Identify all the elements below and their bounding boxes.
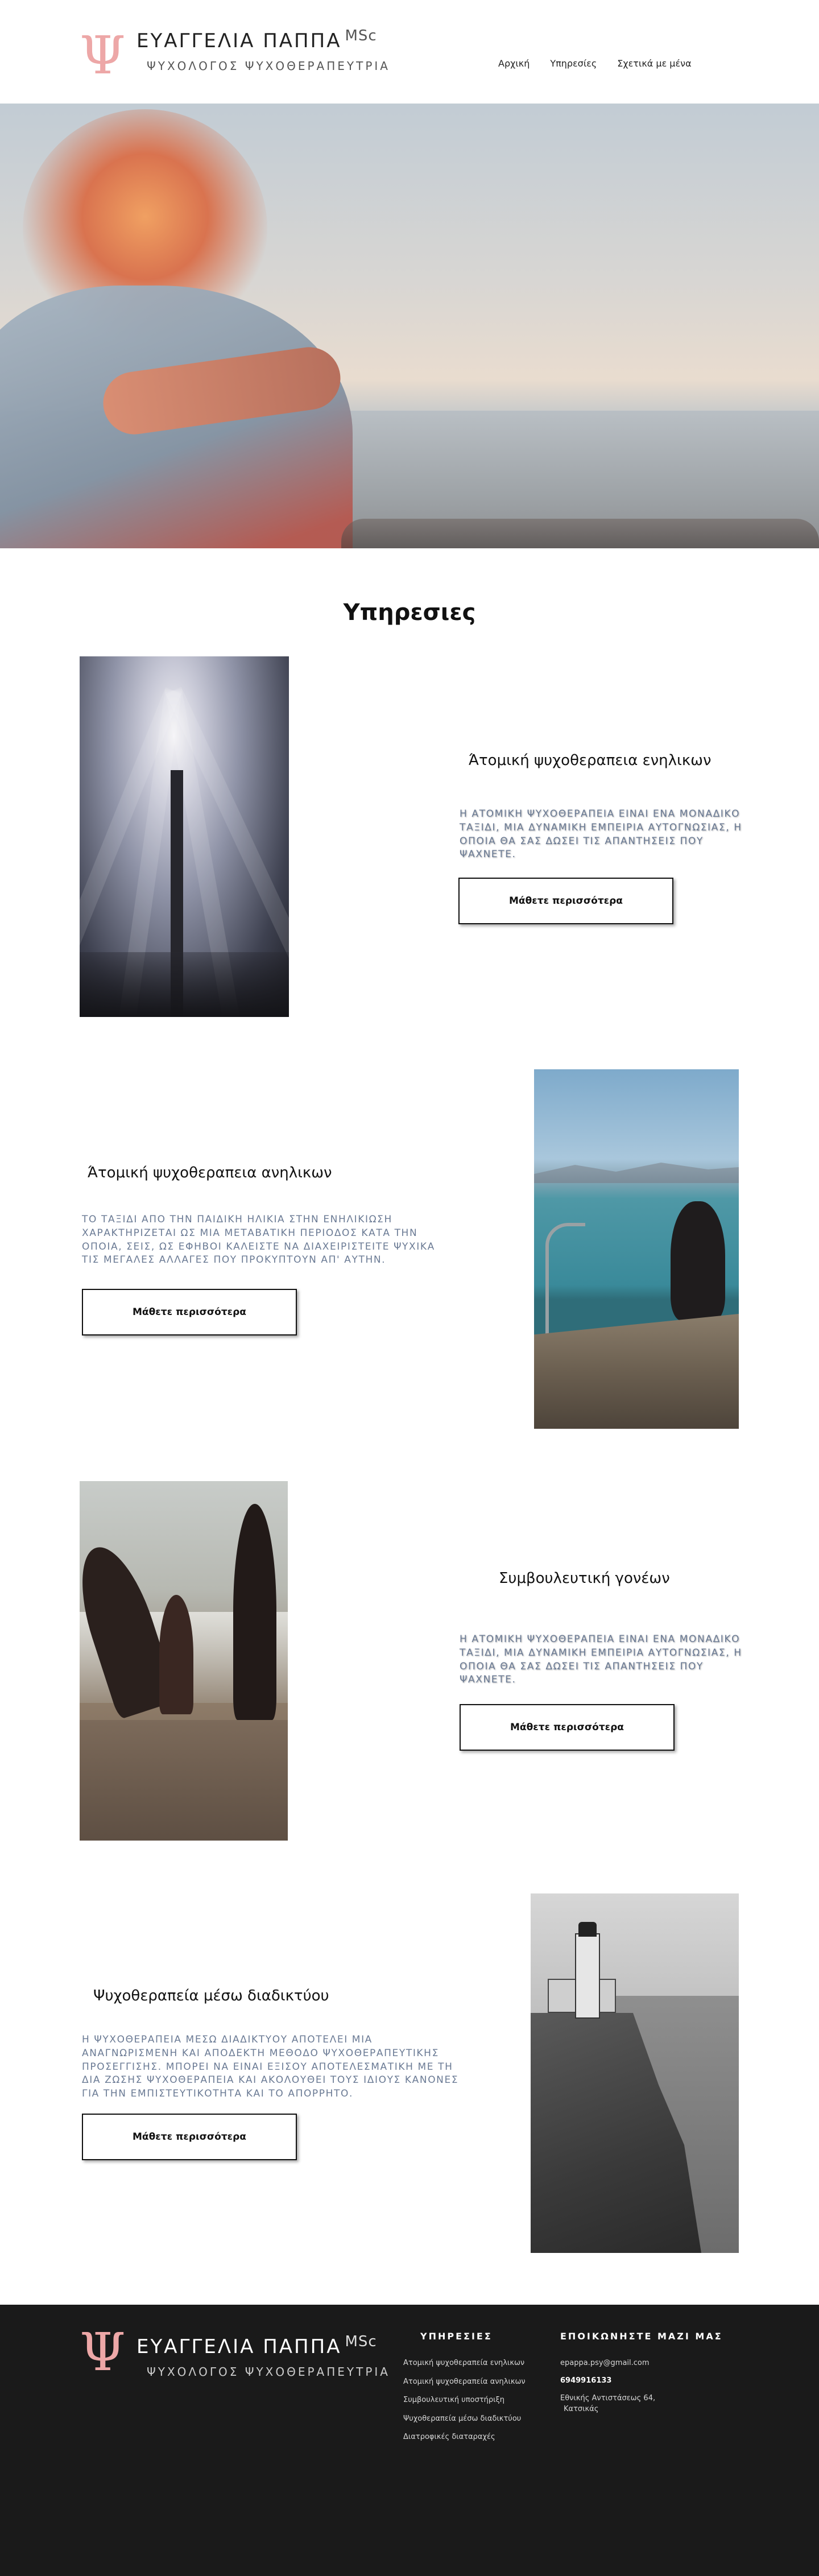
- footer-brand-degree: MSc: [345, 2333, 377, 2350]
- service-3-more-button[interactable]: Μάθετε περισσότερα: [460, 1704, 675, 1751]
- footer-link-adult-therapy[interactable]: Ατομική ψυχοθεραπεία ενηλικων: [403, 2359, 526, 2368]
- hero-image: [0, 104, 819, 548]
- footer-services-title: ΥΠΗΡΕΣΙΕΣ: [420, 2331, 493, 2342]
- service-1-title: Άτομική ψυχοθεραπεια ενηλικων: [469, 752, 712, 769]
- service-4-text: Η ΨΥΧΟΘΕΡΑΠΕΙΑ ΜΕΣΩ ΔΙΑΔΙΚΤΥΟΥ ΑΠΟΤΕΛΕΙ …: [82, 2034, 459, 2100]
- services-title: Υπηρεσιες: [343, 599, 476, 626]
- brand-name[interactable]: ΕΥΑΓΓΕΛΙΑ ΠΑΠΠΑ MSc: [136, 27, 377, 52]
- service-2-title: Άτομική ψυχοθεραπεια ανηλικων: [88, 1164, 332, 1181]
- psi-logo-icon[interactable]: Ψ: [80, 30, 126, 82]
- footer-brand-name: ΕΥΑΓΓΕΛΙΑ ΠΑΠΠΑ MSc: [136, 2333, 377, 2358]
- service-1-text: Η ΑΤΟΜΙΚΗ ΨΥΧΟΘΕΡΑΠΕΙΑ ΕΙΝΑΙ ΕΝΑ ΜΟΝΑΔΙΚ…: [460, 808, 742, 861]
- brand-subtitle: ΨΥΧΟΛΟΓΟΣ ΨΥΧΟΘΕΡΑΠΕΥΤΡΙΑ: [147, 59, 390, 73]
- footer-psi-logo-icon[interactable]: Ψ: [80, 2326, 126, 2379]
- main-nav: Αρχική Υπηρεσίες Σχετικά με μένα: [498, 58, 692, 69]
- footer-phone[interactable]: 6949916133: [560, 2376, 655, 2385]
- service-2-photo: [534, 1069, 739, 1429]
- footer-link-minor-therapy[interactable]: Ατομική ψυχοθεραπεία ανηλικων: [403, 2377, 526, 2387]
- service-4-more-button[interactable]: Μάθετε περισσότερα: [82, 2114, 297, 2160]
- lighthouse-tower: [575, 1933, 600, 2019]
- beach-sand: [80, 1720, 288, 1841]
- child-figure: [159, 1595, 193, 1714]
- footer-address-line1: Εθνικής Αντιστάσεως 64,: [560, 2394, 656, 2403]
- service-1-more-button[interactable]: Μάθετε περισσότερα: [458, 878, 673, 924]
- footer-link-online-therapy[interactable]: Ψυχοθεραπεία μέσω διαδικτύου: [403, 2414, 526, 2424]
- footer-link-eating-disorders[interactable]: Διατροφικές διαταραχές: [403, 2433, 526, 2442]
- pier-ladder: [545, 1223, 585, 1337]
- sitting-woman: [671, 1201, 725, 1321]
- footer-brand-subtitle: ΨΥΧΟΛΟΓΟΣ ΨΥΧΟΘΕΡΑΠΕΥΤΡΙΑ: [147, 2365, 390, 2379]
- brand-name-text: ΕΥΑΓΓΕΛΙΑ ΠΑΠΠΑ: [136, 30, 342, 52]
- nav-item-home[interactable]: Αρχική: [498, 58, 530, 69]
- footer-contact-title: ΕΠΟΙΚΩΝΗΣΤΕ ΜΑΖΙ ΜΑΣ: [560, 2331, 723, 2342]
- brand-degree: MSc: [345, 27, 377, 44]
- lighthouse-lamp: [578, 1922, 597, 1937]
- hero-rocks: [341, 519, 819, 548]
- footer-brand-name-text: ΕΥΑΓΓΕΛΙΑ ΠΑΠΠΑ: [136, 2335, 342, 2358]
- footer-services-links: Ατομική ψυχοθεραπεία ενηλικων Ατομική ψυ…: [403, 2359, 526, 2442]
- footer-contact: epappa.psy@gmail.com 6949916133 Εθνικής …: [560, 2359, 655, 2422]
- forest-ground: [80, 952, 289, 1017]
- service-3-photo: [80, 1481, 288, 1841]
- service-4-title: Ψυχοθεραπεία μέσω διαδικτύου: [93, 1987, 329, 2004]
- footer-email[interactable]: epappa.psy@gmail.com: [560, 2359, 655, 2367]
- service-4-photo: [531, 1893, 739, 2253]
- site-footer: Ψ ΕΥΑΓΓΕΛΙΑ ΠΑΠΠΑ MSc ΨΥΧΟΛΟΓΟΣ ΨΥΧΟΘΕΡΑΠ…: [0, 2305, 819, 2576]
- service-3-text: Η ΑΤΟΜΙΚΗ ΨΥΧΟΘΕΡΑΠΕΙΑ ΕΙΝΑΙ ΕΝΑ ΜΟΝΑΔΙΚ…: [460, 1634, 742, 1686]
- service-3-title: Συμβουλευτική γονέων: [499, 1570, 670, 1587]
- nav-item-services[interactable]: Υπηρεσίες: [550, 58, 597, 69]
- footer-address-line2: Κατσικάς: [564, 2405, 599, 2413]
- footer-link-counseling[interactable]: Συμβουλευτική υποστήριξη: [403, 2396, 526, 2405]
- nav-item-about[interactable]: Σχετικά με μένα: [617, 58, 691, 69]
- lake-mountains: [534, 1163, 739, 1183]
- service-1-photo: [80, 656, 289, 1017]
- service-2-more-button[interactable]: Μάθετε περισσότερα: [82, 1289, 297, 1335]
- parent-figure: [233, 1504, 276, 1720]
- service-2-text: ΤΟ ΤΑΞΙΔΙ ΑΠΟ ΤΗΝ ΠΑΙΔΙΚΗ ΗΛΙΚΙΑ ΣΤΗΝ ΕΝ…: [82, 1214, 435, 1266]
- site-header: Ψ ΕΥΑΓΓΕΛΙΑ ΠΑΠΠΑ MSc ΨΥΧΟΛΟΓΟΣ ΨΥΧΟΘΕΡΑΠ…: [0, 0, 819, 104]
